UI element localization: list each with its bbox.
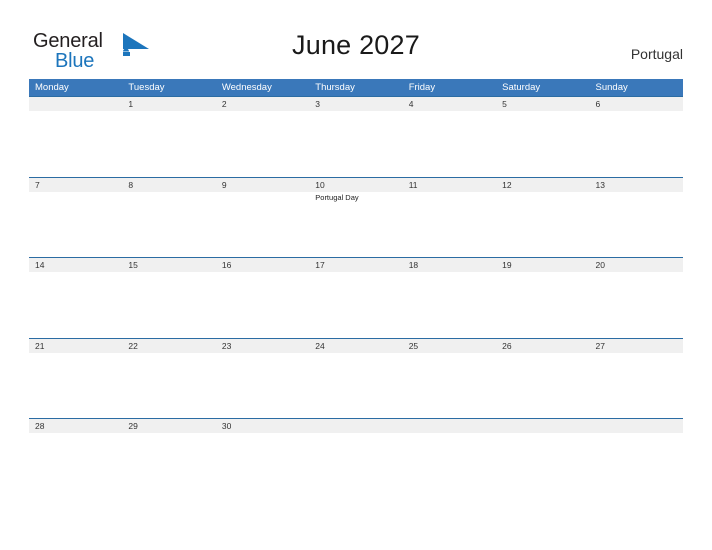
day-events[interactable]	[496, 353, 589, 418]
day-number[interactable]	[29, 97, 122, 111]
weekday-header-sunday: Sunday	[595, 82, 628, 93]
day-events[interactable]	[403, 111, 496, 176]
weekday-header-row: Monday Tuesday Wednesday Thursday Friday…	[29, 79, 683, 96]
day-number[interactable]: 6	[590, 97, 683, 111]
day-events[interactable]	[309, 433, 402, 498]
day-events[interactable]	[216, 111, 309, 176]
day-events[interactable]	[590, 111, 683, 176]
weekday-header-saturday: Saturday	[502, 82, 541, 93]
day-number[interactable]: 25	[403, 339, 496, 353]
day-number[interactable]: 1	[122, 97, 215, 111]
day-events[interactable]	[122, 192, 215, 257]
day-events[interactable]	[590, 353, 683, 418]
week-date-band: 1 2 3 4 5 6	[29, 96, 683, 111]
day-number[interactable]: 8	[122, 178, 215, 192]
day-events[interactable]	[309, 353, 402, 418]
day-events[interactable]	[122, 353, 215, 418]
week-event-band	[29, 111, 683, 176]
day-number[interactable]: 10	[309, 178, 402, 192]
day-events[interactable]	[496, 433, 589, 498]
week-event-band: Portugal Day	[29, 191, 683, 257]
day-number[interactable]: 11	[403, 178, 496, 192]
day-number[interactable]: 21	[29, 339, 122, 353]
day-number[interactable]	[496, 419, 589, 433]
day-number[interactable]: 20	[590, 258, 683, 272]
day-number[interactable]: 13	[590, 178, 683, 192]
week-row: 14 15 16 17 18 19 20	[29, 257, 683, 338]
day-events[interactable]	[403, 272, 496, 337]
day-number[interactable]: 2	[216, 97, 309, 111]
day-events[interactable]	[309, 272, 402, 337]
day-number[interactable]: 18	[403, 258, 496, 272]
day-events[interactable]	[590, 272, 683, 337]
day-number[interactable]: 14	[29, 258, 122, 272]
day-events[interactable]	[496, 272, 589, 337]
day-events[interactable]: Portugal Day	[309, 192, 402, 257]
day-events[interactable]	[29, 192, 122, 257]
calendar-grid: Monday Tuesday Wednesday Thursday Friday…	[29, 79, 683, 499]
week-row: 7 8 9 10 11 12 13 Portugal Day	[29, 176, 683, 258]
week-event-band	[29, 272, 683, 337]
week-row: 28 29 30	[29, 418, 683, 499]
day-events[interactable]	[29, 353, 122, 418]
day-number[interactable]: 29	[122, 419, 215, 433]
week-date-band: 28 29 30	[29, 418, 683, 433]
day-events[interactable]	[403, 433, 496, 498]
week-row: 1 2 3 4 5 6	[29, 96, 683, 177]
day-events[interactable]	[122, 272, 215, 337]
day-events[interactable]	[309, 111, 402, 176]
day-events[interactable]	[216, 433, 309, 498]
week-date-band: 14 15 16 17 18 19 20	[29, 257, 683, 272]
day-number[interactable]: 4	[403, 97, 496, 111]
calendar-page: General Blue June 2027 Portugal Monday T…	[0, 0, 712, 550]
week-row: 21 22 23 24 25 26 27	[29, 337, 683, 419]
day-number[interactable]: 15	[122, 258, 215, 272]
day-events[interactable]	[216, 192, 309, 257]
day-events[interactable]	[29, 433, 122, 498]
week-date-band: 7 8 9 10 11 12 13	[29, 176, 683, 192]
week-date-band: 21 22 23 24 25 26 27	[29, 337, 683, 353]
day-number[interactable]: 28	[29, 419, 122, 433]
day-events[interactable]	[122, 111, 215, 176]
day-events[interactable]	[403, 353, 496, 418]
event-label: Portugal Day	[315, 192, 359, 202]
day-events[interactable]	[122, 433, 215, 498]
day-events[interactable]	[590, 192, 683, 257]
country-label: Portugal	[630, 46, 683, 62]
week-event-band	[29, 352, 683, 418]
day-number[interactable]	[590, 419, 683, 433]
day-number[interactable]: 30	[216, 419, 309, 433]
day-number[interactable]: 3	[309, 97, 402, 111]
day-number[interactable]	[309, 419, 402, 433]
weekday-header-friday: Friday	[408, 82, 436, 93]
day-number[interactable]: 12	[496, 178, 589, 192]
day-number[interactable]: 7	[29, 178, 122, 192]
day-events[interactable]	[403, 192, 496, 257]
day-number[interactable]: 5	[496, 97, 589, 111]
weekday-header-thursday: Thursday	[315, 82, 355, 93]
weekday-header-monday: Monday	[35, 82, 69, 93]
day-events[interactable]	[496, 111, 589, 176]
page-title: June 2027	[292, 30, 420, 60]
day-number[interactable]: 19	[496, 258, 589, 272]
day-events[interactable]	[216, 353, 309, 418]
day-number[interactable]: 17	[309, 258, 402, 272]
day-events[interactable]	[496, 192, 589, 257]
day-number[interactable]: 23	[216, 339, 309, 353]
day-events[interactable]	[216, 272, 309, 337]
day-number[interactable]: 9	[216, 178, 309, 192]
week-event-band	[29, 433, 683, 498]
day-events[interactable]	[29, 111, 122, 176]
weekday-header-tuesday: Tuesday	[128, 82, 165, 93]
page-header: General Blue June 2027 Portugal	[0, 0, 712, 78]
day-number[interactable]: 26	[496, 339, 589, 353]
day-number[interactable]: 27	[590, 339, 683, 353]
day-number[interactable]: 16	[216, 258, 309, 272]
day-events[interactable]	[29, 272, 122, 337]
weekday-header-wednesday: Wednesday	[221, 82, 272, 93]
day-number[interactable]: 24	[309, 339, 402, 353]
day-number[interactable]: 22	[122, 339, 215, 353]
day-events[interactable]	[590, 433, 683, 498]
day-number[interactable]	[403, 419, 496, 433]
